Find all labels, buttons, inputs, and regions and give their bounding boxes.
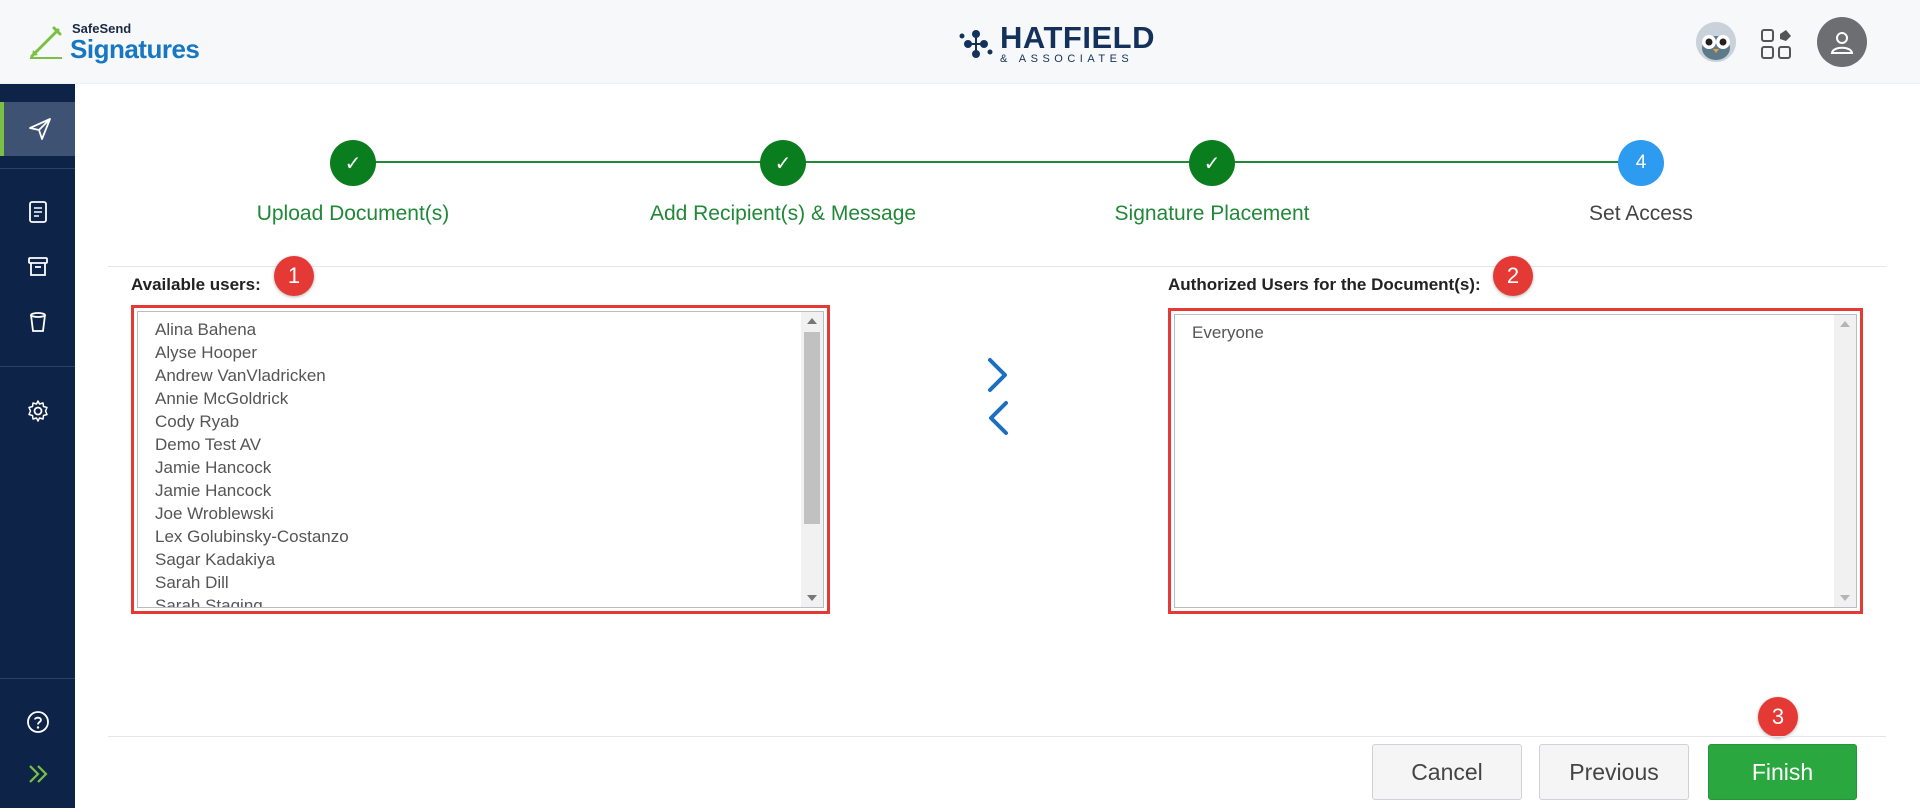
send-icon: [28, 118, 51, 140]
chevron-right-icon: [988, 358, 1007, 392]
step-3-label[interactable]: Signature Placement: [1032, 202, 1392, 226]
annotation-badge-2: 2: [1493, 256, 1533, 296]
cancel-button[interactable]: Cancel: [1372, 744, 1522, 800]
apps-grid-icon[interactable]: [1760, 28, 1794, 62]
sidebar-item-archive[interactable]: [0, 240, 75, 294]
expand-chevrons-icon: [28, 765, 48, 783]
scroll-thumb[interactable]: [804, 332, 820, 524]
available-users-label: Available users:: [131, 275, 261, 294]
sidebar-item-help[interactable]: [0, 695, 75, 749]
section-divider: [108, 266, 1886, 267]
step-3-marker: ✓: [1189, 140, 1235, 186]
firm-subtitle: & ASSOCIATES: [1000, 53, 1134, 65]
sidebar-item-documents[interactable]: [0, 185, 75, 239]
top-header: SafeSend Signatures HATFIELD & ASSOCIATE…: [0, 0, 1920, 84]
available-user-item[interactable]: Joe Wroblewski: [138, 502, 799, 525]
available-user-item[interactable]: Lex Golubinsky-Costanzo: [138, 525, 799, 548]
user-profile-avatar[interactable]: [1817, 17, 1867, 67]
chevron-left-icon: [989, 401, 1008, 435]
step-1-label[interactable]: Upload Document(s): [173, 202, 533, 226]
available-user-item[interactable]: Sarah Dill: [138, 571, 799, 594]
sidebar-item-send[interactable]: [0, 102, 75, 156]
step-1-marker: ✓: [330, 140, 376, 186]
remove-user-button[interactable]: [982, 398, 1014, 438]
scroll-up-arrow-icon[interactable]: [807, 318, 817, 324]
available-user-item[interactable]: Jamie Hancock: [138, 456, 799, 479]
available-users-list[interactable]: Alina Bahena Alyse Hooper Andrew VanVladri…: [137, 311, 824, 608]
authorized-users-list[interactable]: Everyone: [1174, 314, 1857, 608]
step-2-marker: ✓: [760, 140, 806, 186]
sidebar-item-recycle-bin[interactable]: [0, 295, 75, 349]
recycle-bin-icon: [29, 312, 46, 332]
brand-big-text: Signatures: [70, 34, 200, 64]
user-icon: [1830, 32, 1854, 54]
archive-icon: [27, 257, 48, 276]
safesend-logo[interactable]: SafeSend Signatures: [28, 20, 200, 64]
available-user-item[interactable]: Alyse Hooper: [138, 341, 799, 364]
scroll-up-arrow-icon[interactable]: [1840, 321, 1850, 327]
help-icon: [26, 711, 49, 733]
left-sidebar: [0, 84, 75, 808]
app-root: SafeSend Signatures HATFIELD & ASSOCIATE…: [0, 0, 1920, 808]
sidebar-divider: [0, 366, 75, 367]
available-user-item[interactable]: Sarah Staging: [138, 594, 799, 607]
firm-name: HATFIELD: [1000, 20, 1155, 55]
firm-emblem-icon: [959, 29, 993, 58]
available-user-item[interactable]: Demo Test AV: [138, 433, 799, 456]
sidebar-divider: [0, 678, 75, 679]
authorized-users-scrollbar[interactable]: [1834, 315, 1856, 607]
available-users-highlight: Alina Bahena Alyse Hooper Andrew VanVladri…: [131, 305, 830, 614]
scroll-down-arrow-icon[interactable]: [807, 595, 817, 601]
scroll-down-arrow-icon[interactable]: [1840, 595, 1850, 601]
annotation-badge-3: 3: [1758, 697, 1798, 737]
add-user-button[interactable]: [982, 355, 1014, 395]
owl-assistant-icon[interactable]: [1696, 22, 1736, 62]
available-user-item[interactable]: Alina Bahena: [138, 318, 799, 341]
available-user-item[interactable]: Sagar Kadakiya: [138, 548, 799, 571]
available-users-scrollbar[interactable]: [801, 312, 823, 607]
pen-logo-icon: [30, 26, 62, 59]
annotation-badge-1: 1: [274, 256, 314, 296]
authorized-user-item[interactable]: Everyone: [1175, 321, 1832, 344]
authorized-users-items: Everyone: [1175, 315, 1832, 607]
sidebar-expand-toggle[interactable]: [0, 747, 75, 801]
authorized-users-highlight: Everyone: [1168, 308, 1863, 614]
step-4-label: Set Access: [1589, 202, 1693, 225]
firm-logo: HATFIELD & ASSOCIATES: [958, 22, 1155, 65]
sidebar-divider: [0, 168, 75, 169]
available-user-item[interactable]: Jamie Hancock: [138, 479, 799, 502]
step-4-marker: 4: [1618, 140, 1664, 186]
available-user-item[interactable]: Annie McGoldrick: [138, 387, 799, 410]
document-icon: [28, 201, 47, 223]
authorized-users-label: Authorized Users for the Document(s):: [1168, 275, 1481, 294]
available-users-items: Alina Bahena Alyse Hooper Andrew VanVladri…: [138, 312, 799, 607]
available-user-item[interactable]: Andrew VanVladricken: [138, 364, 799, 387]
step-2-label[interactable]: Add Recipient(s) & Message: [603, 202, 963, 226]
sidebar-item-settings[interactable]: [0, 384, 75, 438]
available-user-item[interactable]: Cody Ryab: [138, 410, 799, 433]
footer-divider: [108, 736, 1886, 737]
previous-button[interactable]: Previous: [1539, 744, 1689, 800]
finish-button[interactable]: Finish: [1708, 744, 1857, 800]
gear-icon: [27, 400, 48, 422]
stepper-progress-line: [353, 161, 1641, 163]
